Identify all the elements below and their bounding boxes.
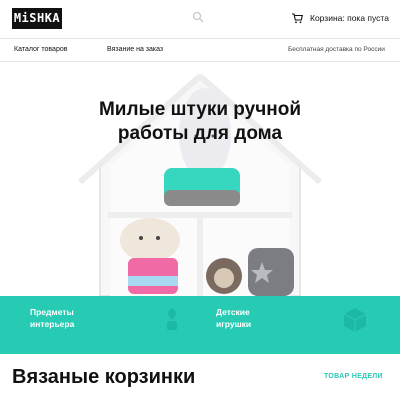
main-nav: Каталог товаров Вязание на заказ Бесплат… — [0, 38, 400, 62]
section-title: Вязаные корзинки — [12, 366, 196, 388]
wave-divider — [0, 336, 400, 351]
cube-icon — [342, 306, 368, 339]
plant-icon — [160, 304, 184, 337]
category-interior-line-2: интерьера — [30, 319, 75, 329]
page: MiSHKA Корзина: пока пуста Каталог товар… — [0, 0, 400, 400]
category-toys-link[interactable]: Детские игрушки — [216, 306, 251, 330]
cart-icon[interactable] — [291, 12, 303, 24]
category-interior-link[interactable]: Предметы интерьера — [30, 306, 74, 330]
search-icon[interactable] — [192, 11, 206, 25]
category-toys-line-1: Детские — [216, 307, 250, 317]
category-interior-line-1: Предметы — [30, 307, 74, 317]
hero-title-line-2: работы для дома — [117, 123, 283, 144]
nav-catalog-link[interactable]: Каталог товаров — [14, 45, 67, 55]
logo[interactable]: MiSHKA — [12, 8, 62, 29]
cart-status[interactable]: Корзина: пока пуста — [310, 12, 389, 24]
nav-custom-knitting-link[interactable]: Вязание на заказ — [107, 45, 163, 55]
category-toys-line-2: игрушки — [216, 319, 252, 329]
top-bar: MiSHKA Корзина: пока пуста — [0, 0, 400, 37]
product-of-week-link[interactable]: ТОВАР НЕДЕЛИ — [324, 372, 383, 382]
free-delivery-note: Бесплатная доставка по России — [288, 46, 385, 53]
hero-banner: Милые штуки ручной работы для дома — [0, 62, 400, 300]
hero-title-line-1: Милые штуки ручной — [98, 99, 301, 120]
hero-title: Милые штуки ручной работы для дома — [0, 98, 400, 146]
